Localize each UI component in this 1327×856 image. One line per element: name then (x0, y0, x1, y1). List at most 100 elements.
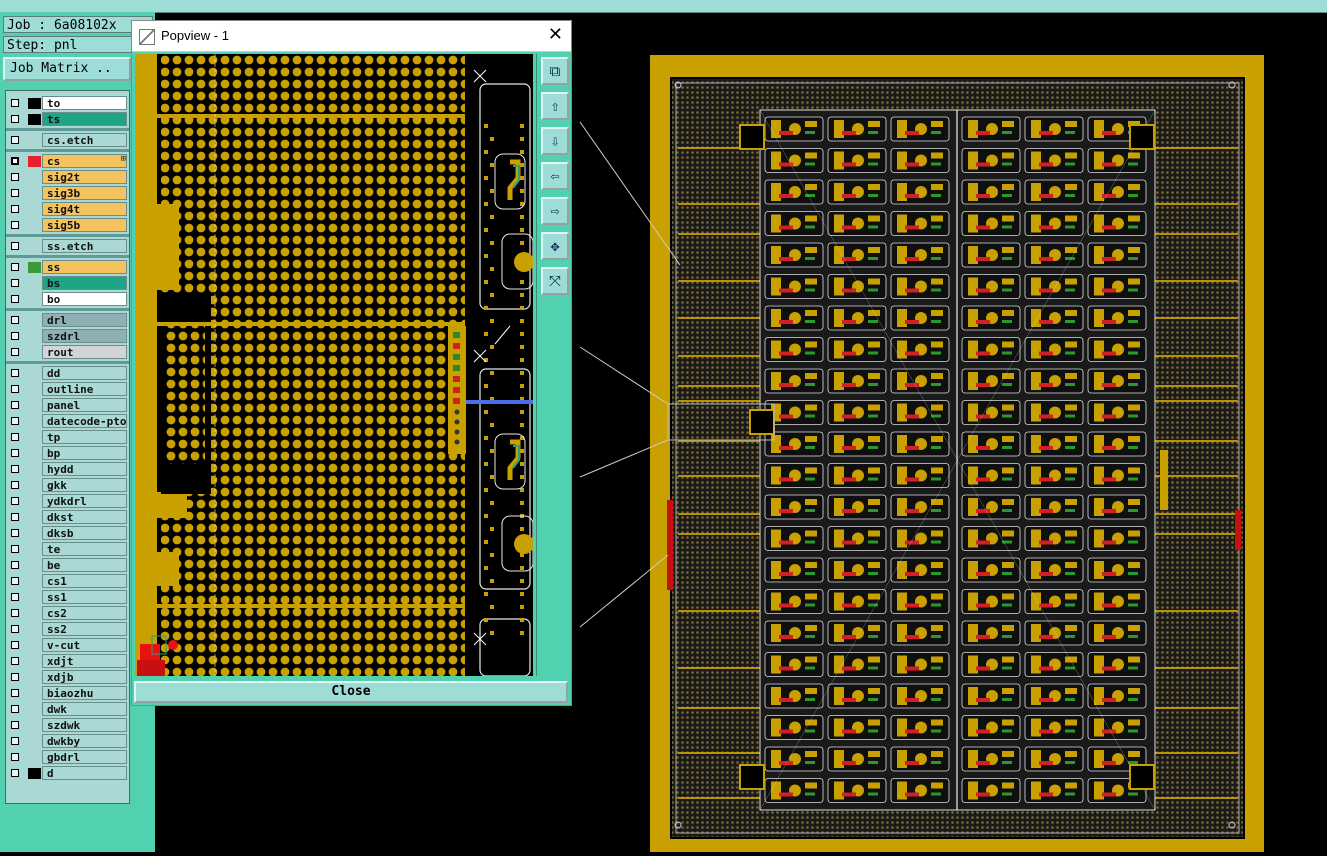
layer-color-swatch[interactable] (28, 480, 41, 491)
layer-checkbox[interactable] (11, 348, 19, 356)
layer-row-14[interactable]: rout (6, 344, 129, 360)
layer-name[interactable]: gkk (42, 478, 127, 492)
layer-row-21[interactable]: hydd (6, 461, 129, 477)
layer-name[interactable]: ss.etch (42, 239, 127, 253)
layer-row-15[interactable]: dd (6, 365, 129, 381)
layer-name[interactable]: xdjt (42, 654, 127, 668)
layer-name[interactable]: be (42, 558, 127, 572)
layer-color-swatch[interactable] (28, 315, 41, 326)
board-panel-view[interactable] (650, 55, 1264, 852)
layer-color-swatch[interactable] (28, 331, 41, 342)
layer-checkbox[interactable] (11, 433, 19, 441)
popview-canvas[interactable] (135, 54, 533, 676)
layer-row-33[interactable]: xdjt (6, 653, 129, 669)
layer-color-swatch[interactable] (28, 135, 41, 146)
layer-row-18[interactable]: datecode-pto (6, 413, 129, 429)
layer-row-36[interactable]: dwk (6, 701, 129, 717)
layer-checkbox[interactable] (11, 545, 19, 553)
zoom-out-icon[interactable]: ⤧ (541, 267, 569, 295)
layer-name[interactable]: datecode-pto (42, 414, 127, 428)
layer-name[interactable]: xdjb (42, 670, 127, 684)
layer-row-12[interactable]: drl (6, 312, 129, 328)
layer-row-8[interactable]: ss.etch (6, 238, 129, 254)
layer-checkbox[interactable] (11, 316, 19, 324)
layer-color-swatch[interactable] (28, 768, 41, 779)
layer-row-31[interactable]: ss2 (6, 621, 129, 637)
layer-checkbox[interactable] (11, 136, 19, 144)
layer-color-swatch[interactable] (28, 241, 41, 252)
layer-name[interactable]: dkst (42, 510, 127, 524)
layer-name[interactable]: szdrl (42, 329, 127, 343)
layer-row-22[interactable]: gkk (6, 477, 129, 493)
pan-up-icon[interactable]: ⇧ (541, 92, 569, 120)
layer-color-swatch[interactable] (28, 98, 41, 109)
layer-row-26[interactable]: te (6, 541, 129, 557)
layer-checkbox[interactable] (11, 641, 19, 649)
layer-checkbox[interactable] (11, 561, 19, 569)
layer-checkbox[interactable] (11, 625, 19, 633)
layer-checkbox[interactable] (11, 513, 19, 521)
layer-color-swatch[interactable] (28, 512, 41, 523)
layer-checkbox[interactable] (11, 497, 19, 505)
layer-checkbox[interactable] (11, 769, 19, 777)
layer-name[interactable]: hydd (42, 462, 127, 476)
layer-checkbox[interactable] (11, 221, 19, 229)
layer-color-swatch[interactable] (28, 262, 41, 273)
close-icon[interactable]: ✕ (548, 24, 563, 45)
layer-checkbox[interactable] (11, 279, 19, 287)
layer-color-swatch[interactable] (28, 496, 41, 507)
layer-checkbox[interactable] (11, 99, 19, 107)
layer-color-swatch[interactable] (28, 656, 41, 667)
layer-name[interactable]: cs (42, 154, 127, 168)
pan-left-icon[interactable]: ⇦ (541, 162, 569, 190)
layer-color-swatch[interactable] (28, 608, 41, 619)
layer-name[interactable]: ss1 (42, 590, 127, 604)
layer-color-swatch[interactable] (28, 704, 41, 715)
layer-checkbox[interactable] (11, 263, 19, 271)
layer-checkbox[interactable] (11, 577, 19, 585)
layer-color-swatch[interactable] (28, 156, 41, 167)
layer-row-32[interactable]: v-cut (6, 637, 129, 653)
layer-row-25[interactable]: dksb (6, 525, 129, 541)
layer-row-16[interactable]: outline (6, 381, 129, 397)
layer-checkbox[interactable] (11, 332, 19, 340)
layer-row-17[interactable]: panel (6, 397, 129, 413)
layer-color-swatch[interactable] (28, 720, 41, 731)
layer-checkbox[interactable] (11, 609, 19, 617)
layer-checkbox[interactable] (11, 529, 19, 537)
layer-checkbox[interactable] (11, 593, 19, 601)
layer-row-35[interactable]: biaozhu (6, 685, 129, 701)
layer-checkbox[interactable] (11, 205, 19, 213)
pan-right-icon[interactable]: ⇨ (541, 197, 569, 225)
layer-row-3[interactable]: cs ⊞ (6, 153, 129, 169)
layer-name[interactable]: sig4t (42, 202, 127, 216)
layer-name[interactable]: ts (42, 112, 127, 126)
layer-name[interactable]: drl (42, 313, 127, 327)
layer-checkbox[interactable] (11, 115, 19, 123)
layer-color-swatch[interactable] (28, 464, 41, 475)
layer-name[interactable]: v-cut (42, 638, 127, 652)
layer-checkbox[interactable] (11, 705, 19, 713)
layer-checkbox[interactable] (11, 737, 19, 745)
zoom-fit-icon[interactable]: ⧉ (541, 57, 569, 85)
layer-checkbox[interactable] (11, 189, 19, 197)
layer-color-swatch[interactable] (28, 544, 41, 555)
layer-checkbox[interactable] (11, 242, 19, 250)
layer-color-swatch[interactable] (28, 560, 41, 571)
layer-checkbox[interactable] (11, 401, 19, 409)
layer-row-24[interactable]: dkst (6, 509, 129, 525)
layer-color-swatch[interactable] (28, 736, 41, 747)
layer-color-swatch[interactable] (28, 448, 41, 459)
layer-checkbox[interactable] (11, 173, 19, 181)
layer-name[interactable]: outline (42, 382, 127, 396)
layer-row-13[interactable]: szdrl (6, 328, 129, 344)
layer-color-swatch[interactable] (28, 528, 41, 539)
layer-color-swatch[interactable] (28, 416, 41, 427)
layer-color-swatch[interactable] (28, 294, 41, 305)
layer-row-10[interactable]: bs (6, 275, 129, 291)
layer-row-0[interactable]: to (6, 95, 129, 111)
layer-name[interactable]: cs.etch (42, 133, 127, 147)
layer-checkbox[interactable] (11, 689, 19, 697)
layer-name[interactable]: ss2 (42, 622, 127, 636)
layer-checkbox[interactable] (11, 295, 19, 303)
